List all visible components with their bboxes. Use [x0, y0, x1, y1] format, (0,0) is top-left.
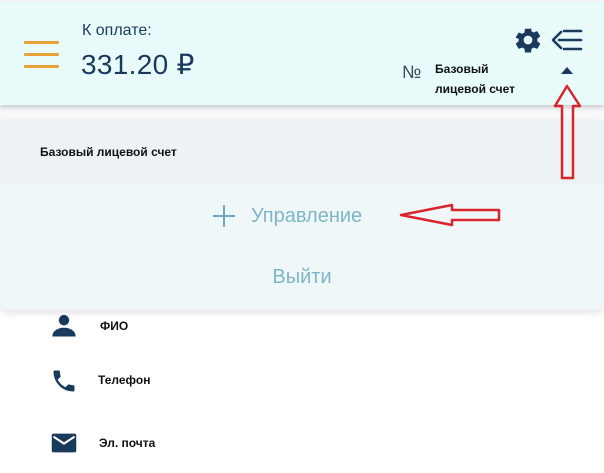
- manage-button[interactable]: Управление: [213, 201, 362, 231]
- profile-item-phone[interactable]: Телефон: [0, 362, 604, 402]
- account-name[interactable]: Базовый лицевой счет: [435, 59, 535, 99]
- profile-item-fio[interactable]: ФИО: [0, 308, 604, 348]
- hamburger-line: [24, 53, 59, 56]
- caret-up-icon[interactable]: [561, 67, 573, 74]
- profile-item-label: ФИО: [100, 319, 129, 333]
- account-dropdown: Базовый лицевой счет Управление Выйти: [0, 120, 604, 310]
- menu-button[interactable]: [24, 41, 59, 69]
- profile-item-label: Телефон: [98, 373, 151, 387]
- payment-label: К оплате:: [82, 22, 152, 39]
- currency-sign: ₽: [176, 49, 195, 80]
- header: К оплате: 331.20 ₽ № Базовый лицевой счет: [0, 2, 604, 105]
- logout-button[interactable]: Выйти: [0, 266, 604, 289]
- gear-icon[interactable]: [513, 25, 543, 55]
- dropdown-account-title: Базовый лицевой счет: [40, 145, 177, 159]
- profile-section: ФИО Телефон Эл. почта: [0, 300, 604, 473]
- collapse-menu-icon[interactable]: [551, 26, 583, 54]
- hamburger-line: [24, 41, 59, 44]
- dropdown-account-header[interactable]: Базовый лицевой счет: [0, 120, 604, 184]
- profile-item-email[interactable]: Эл. почта: [0, 426, 604, 466]
- phone-icon: [53, 370, 75, 392]
- payment-amount: 331.20 ₽: [81, 48, 195, 81]
- plus-icon: [213, 205, 235, 227]
- person-icon: [52, 314, 76, 337]
- manage-label: Управление: [251, 204, 363, 227]
- payment-amount-value: 331.20: [81, 49, 169, 80]
- mail-icon: [51, 433, 77, 453]
- profile-item-label: Эл. почта: [99, 436, 156, 450]
- number-sign: №: [402, 62, 422, 82]
- page: ФИО Телефон Эл. почта Базовый лицевой сч…: [0, 0, 604, 473]
- hamburger-line: [24, 65, 59, 68]
